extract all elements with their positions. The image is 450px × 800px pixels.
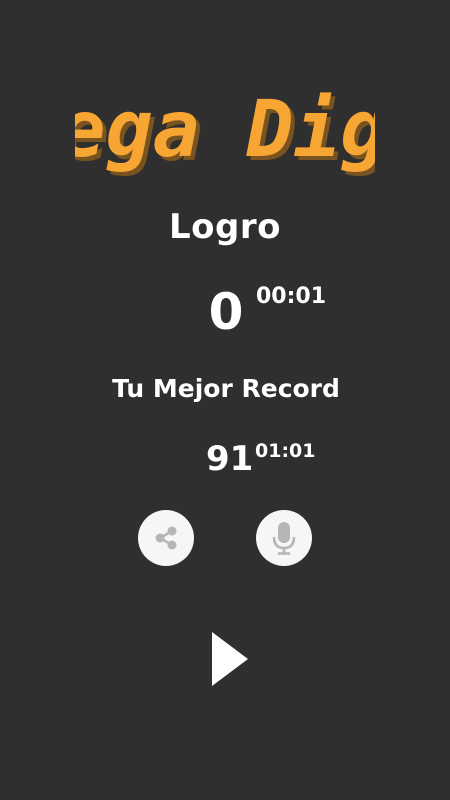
game-logo: Mega Diga Mega Diga bbox=[0, 72, 450, 182]
microphone-button[interactable] bbox=[256, 510, 312, 566]
logo-text: Mega Diga bbox=[75, 85, 375, 175]
logo-graphic: Mega Diga Mega Diga bbox=[75, 85, 375, 179]
best-score: 91 bbox=[206, 439, 254, 479]
microphone-icon bbox=[272, 522, 296, 555]
best-time: 01:01 bbox=[255, 440, 316, 462]
share-icon bbox=[155, 526, 177, 550]
best-record-label: Tu Mejor Record bbox=[112, 374, 340, 403]
score-label: Logro bbox=[169, 207, 281, 247]
game-over-screen: Mega Diga Mega Diga Logro 0 00:01 Tu Mej… bbox=[0, 0, 450, 800]
current-score: 0 bbox=[208, 283, 244, 341]
play-button[interactable] bbox=[205, 630, 253, 688]
current-time: 00:01 bbox=[256, 284, 327, 309]
share-button[interactable] bbox=[138, 510, 194, 566]
play-icon bbox=[212, 632, 248, 686]
